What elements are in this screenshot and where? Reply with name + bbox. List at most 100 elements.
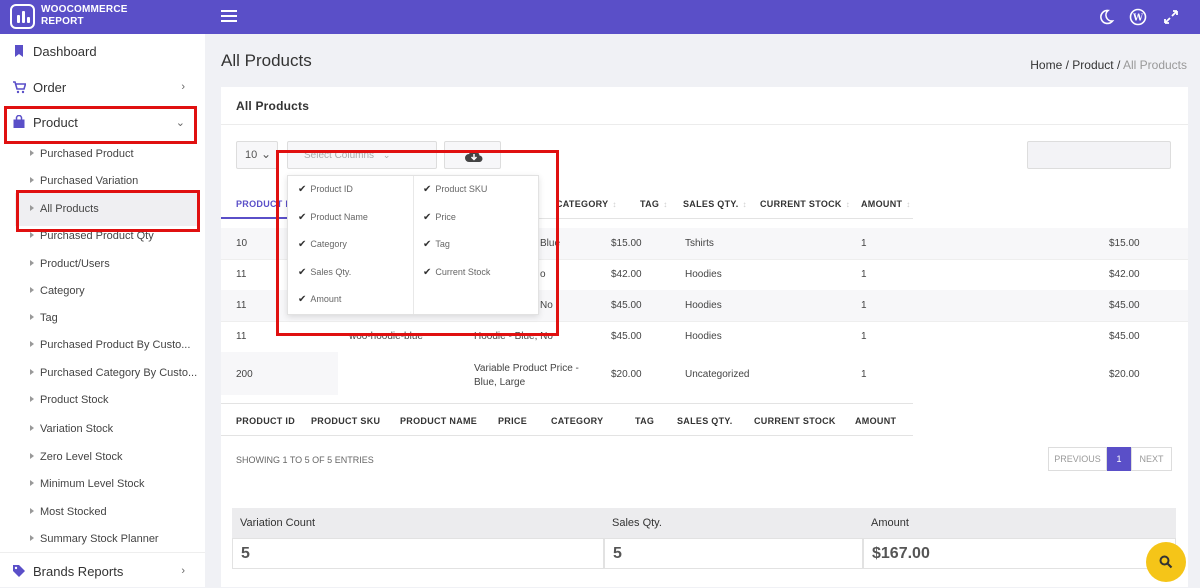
sidebar-subitem[interactable]: Purchased Product By Custo... — [30, 339, 190, 351]
sidebar-item-order[interactable]: Order › — [0, 70, 205, 104]
cell-product-id: 10 — [236, 238, 248, 249]
col-header-amount[interactable]: AMOUNT ↕ — [861, 199, 911, 209]
sidebar-subitem[interactable]: Most Stocked — [30, 506, 107, 518]
col-header-sales-qty[interactable]: SALES QTY. ↕ — [683, 199, 747, 209]
cell-qty: 1 — [861, 238, 867, 249]
sidebar-subitem-label: Purchased Variation — [40, 175, 139, 187]
page-1-button[interactable]: 1 — [1107, 447, 1131, 471]
sidebar-subitem[interactable]: Category — [30, 285, 85, 297]
sidebar-subitem-label: Tag — [40, 312, 58, 324]
sidebar-subitem-label: Purchased Product By Custo... — [40, 339, 191, 351]
footer-header-current-stock: CURRENT STOCK — [754, 416, 836, 426]
cell-name: Variable Product Price - Blue, Large — [474, 363, 579, 388]
page-size-select[interactable]: 10 ⌄ — [236, 141, 278, 169]
sidebar-item-label: Dashboard — [33, 44, 97, 59]
sidebar-subitem[interactable]: Tag — [30, 312, 58, 324]
cell-price: $45.00 — [611, 300, 642, 311]
sidebar-subitem[interactable]: Zero Level Stock — [30, 451, 123, 463]
cell-amount: $45.00 — [1109, 300, 1140, 311]
cell-price: $42.00 — [611, 269, 642, 280]
sidebar-item-brands-reports[interactable]: Brands Reports › — [0, 554, 205, 588]
cell-amount: $42.00 — [1109, 269, 1140, 280]
sidebar-subitem-label: Summary Stock Planner — [40, 533, 159, 545]
chevron-down-icon: ⌄ — [260, 147, 271, 161]
col-header-current-stock[interactable]: CURRENT STOCK ↕ — [760, 199, 850, 209]
sidebar-subitem-label: Product Stock — [40, 394, 109, 406]
cell-product-id: 11 — [236, 331, 247, 342]
cell-tag: Tshirts — [685, 238, 714, 249]
sidebar-subitem-label: Purchased Product — [40, 148, 134, 160]
breadcrumb: Home / Product / All Products — [1030, 58, 1187, 72]
highlight-box-product — [4, 106, 197, 144]
breadcrumb-product[interactable]: Product — [1072, 58, 1113, 72]
footer-header-sales-qty: SALES QTY. — [677, 416, 733, 426]
summary-table: Variation Count Sales Qty. Amount 5 5 $1… — [232, 508, 1176, 569]
footer-header-amount: AMOUNT — [855, 416, 897, 426]
highlight-box-all-products — [16, 190, 200, 232]
cell-amount: $45.00 — [1109, 331, 1140, 342]
floating-search-button[interactable] — [1146, 542, 1186, 582]
breadcrumb-separator: / — [1113, 58, 1123, 72]
footer-header-category: CATEGORY — [551, 416, 604, 426]
sidebar-subitem-label: Minimum Level Stock — [40, 478, 145, 490]
sidebar-subitem[interactable]: Purchased Variation — [30, 175, 138, 187]
sidebar-subitem[interactable]: Product Stock — [30, 394, 108, 406]
breadcrumb-separator: / — [1062, 58, 1073, 72]
wordpress-icon[interactable]: W — [1129, 8, 1147, 26]
summary-value-amount: $167.00 — [863, 538, 1176, 569]
col-header-tag[interactable]: TAG ↕ — [640, 199, 668, 209]
app-name-line1: WOOCOMMERCE — [41, 4, 128, 15]
col-header-label: AMOUNT — [861, 199, 903, 209]
sidebar-subitem[interactable]: Minimum Level Stock — [30, 478, 145, 490]
sidebar-subitem[interactable]: Purchased Product — [30, 148, 134, 160]
chevron-right-icon: › — [181, 565, 185, 577]
sidebar-subitem-label: Category — [40, 285, 85, 297]
bar-chart-logo-icon — [10, 4, 35, 29]
col-header-label: SALES QTY. — [683, 199, 739, 209]
cell-product-id: 200 — [236, 369, 253, 380]
sidebar-subitem[interactable]: Product/Users — [30, 258, 110, 270]
cell-qty: 1 — [861, 269, 867, 280]
footer-header-product-name: PRODUCT NAME — [400, 416, 478, 426]
svg-text:W: W — [1132, 14, 1144, 24]
footer-header-tag: TAG — [635, 416, 655, 426]
top-bar: WOOCOMMERCE REPORT W — [0, 0, 1200, 34]
col-header-label: CATEGORY — [556, 199, 609, 209]
col-header-label: CURRENT STOCK — [760, 199, 842, 209]
moon-icon[interactable] — [1097, 8, 1115, 26]
expand-icon[interactable] — [1162, 8, 1180, 26]
search-icon — [1159, 555, 1173, 569]
sidebar-subitem[interactable]: Variation Stock — [30, 423, 113, 435]
summary-header-sales-qty: Sales Qty. — [604, 508, 863, 538]
cell-amount: $20.00 — [1109, 369, 1140, 380]
sidebar-divider — [0, 552, 205, 553]
footer-header-price: PRICE — [498, 416, 528, 426]
cell-price: $15.00 — [611, 238, 642, 249]
cart-icon — [13, 81, 26, 94]
summary-header-variation-count: Variation Count — [232, 508, 604, 538]
col-header-category[interactable]: CATEGORY ↕ — [556, 199, 617, 209]
footer-header-product-id: PRODUCT ID — [236, 416, 295, 426]
sort-icon: ↕ — [742, 200, 747, 209]
sort-icon: ↕ — [663, 200, 668, 209]
cell-price: $45.00 — [611, 331, 642, 342]
sidebar-subitem-label: Most Stocked — [40, 506, 107, 518]
breadcrumb-home[interactable]: Home — [1030, 58, 1062, 72]
page-size-value: 10 — [245, 149, 258, 161]
menu-icon[interactable] — [221, 10, 237, 23]
cell-qty: 1 — [861, 369, 867, 380]
app-name-line2: REPORT — [41, 16, 84, 27]
search-input[interactable] — [1027, 141, 1171, 169]
summary-value-variation-count: 5 — [232, 538, 604, 569]
sidebar-subitem[interactable]: Summary Stock Planner — [30, 533, 159, 545]
next-page-button[interactable]: NEXT — [1131, 447, 1172, 471]
page-title: All Products — [221, 51, 312, 70]
sidebar-subitem-label: Purchased Category By Custo... — [40, 367, 198, 379]
cell-tag: Hoodies — [685, 300, 722, 311]
col-header-label: TAG — [640, 199, 660, 209]
chevron-right-icon: › — [181, 81, 185, 93]
previous-page-button[interactable]: PREVIOUS — [1048, 447, 1107, 471]
sidebar-subitem[interactable]: Purchased Category By Custo... — [30, 367, 197, 379]
entries-info: SHOWING 1 TO 5 OF 5 ENTRIES — [236, 455, 374, 465]
sidebar-item-dashboard[interactable]: Dashboard — [0, 34, 205, 68]
